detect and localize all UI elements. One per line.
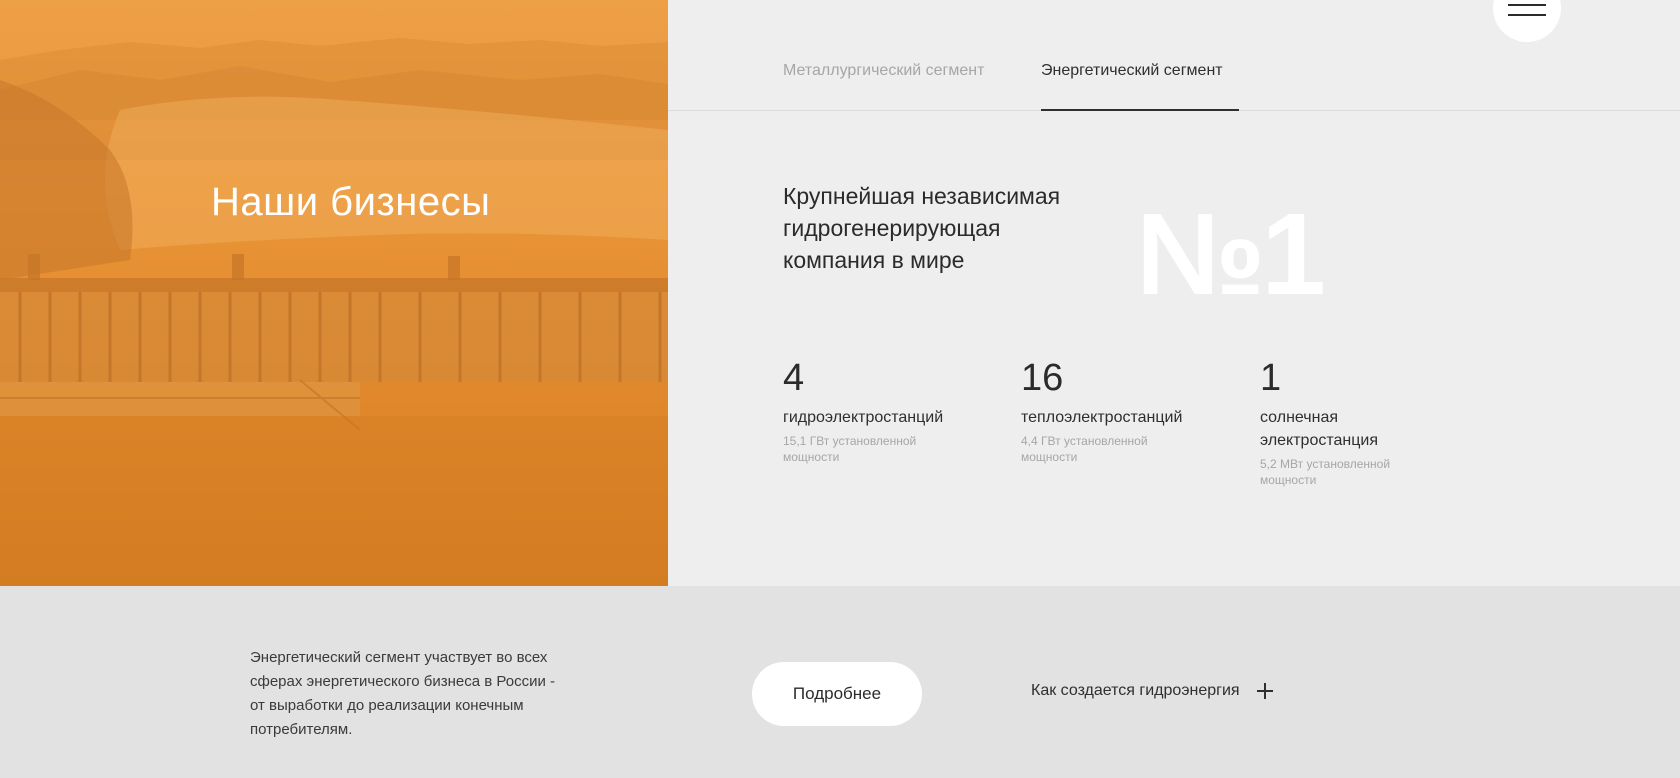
stat-solar: 1 солнечная электростанция 5,2 МВт устан… — [1260, 356, 1460, 488]
hydro-energy-link[interactable]: Как создается гидроэнергия — [1031, 682, 1273, 700]
tab-metallurgical-segment[interactable]: Металлургический сегмент — [783, 62, 984, 80]
stat-label: гидроэлектростанций — [783, 409, 944, 426]
stat-capacity: 4,4 ГВт установленной мощности — [1021, 434, 1148, 464]
hydro-energy-link-label: Как создается гидроэнергия — [1031, 682, 1240, 699]
top-section: Наши бизнесы Металлургический сегмент Эн… — [0, 0, 1680, 586]
bottom-section: Энергетический сегмент участвует во всех… — [0, 586, 1680, 778]
stat-capacity: 5,2 МВт установленной мощности — [1260, 457, 1391, 487]
stat-hydro: 4 гидроэлектростанций 15,1 ГВт установле… — [783, 356, 983, 465]
segment-content-panel: Металлургический сегмент Энергетический … — [668, 0, 1680, 586]
tab-energy-segment[interactable]: Энергетический сегмент — [1041, 62, 1223, 80]
stat-label: солнечная электростанция — [1260, 409, 1378, 449]
stat-value: 4 — [783, 357, 805, 399]
more-button[interactable]: Подробнее — [752, 662, 922, 726]
segment-description: Энергетический сегмент участвует во всех… — [250, 649, 556, 738]
stat-capacity: 15,1 ГВт установленной мощности — [783, 434, 917, 464]
active-tab-underline — [1041, 109, 1239, 111]
stat-value: 1 — [1260, 357, 1282, 399]
stat-value: 16 — [1021, 357, 1064, 399]
hero-title: Наши бизнесы — [211, 180, 491, 224]
hamburger-icon-bar — [1508, 4, 1546, 6]
stat-label: теплоэлектростанций — [1021, 409, 1183, 426]
stat-thermal: 16 теплоэлектростанций 4,4 ГВт установле… — [1021, 356, 1221, 465]
hamburger-icon — [1508, 14, 1546, 16]
hero-image-panel: Наши бизнесы — [0, 0, 668, 586]
rank-number: №1 — [1136, 189, 1326, 319]
dam-landscape-image — [0, 38, 668, 586]
plus-icon — [1256, 683, 1273, 699]
segment-headline: Крупнейшая независимая гидрогенерирующая… — [783, 183, 1061, 273]
